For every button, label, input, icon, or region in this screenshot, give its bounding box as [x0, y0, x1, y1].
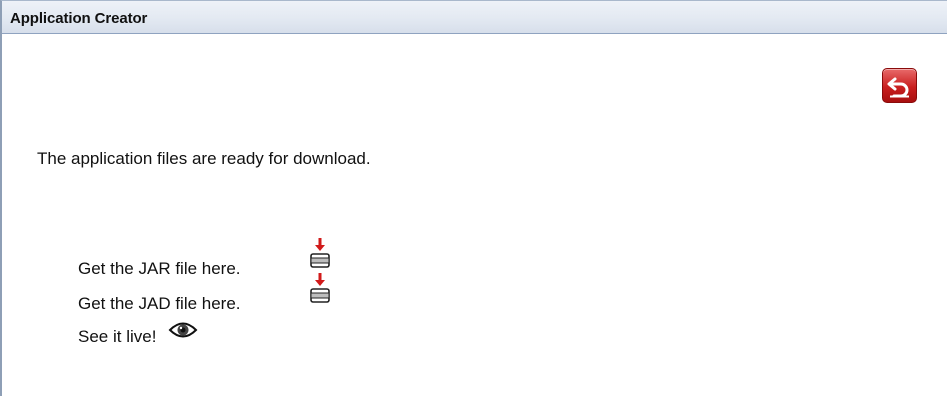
- live-link[interactable]: See it live!: [78, 327, 156, 347]
- download-icon[interactable]: [309, 237, 331, 276]
- panel-header: Application Creator: [2, 1, 947, 34]
- eye-icon[interactable]: [168, 319, 198, 346]
- status-message: The application files are ready for down…: [37, 149, 371, 168]
- application-creator-panel: Application Creator The application file…: [0, 0, 947, 396]
- undo-button[interactable]: [882, 68, 917, 103]
- download-icon[interactable]: [309, 272, 331, 311]
- panel-title: Application Creator: [10, 10, 148, 27]
- jar-link[interactable]: Get the JAR file here.: [78, 259, 241, 279]
- jad-link[interactable]: Get the JAD file here.: [78, 294, 241, 314]
- undo-arrow-icon: [887, 77, 909, 98]
